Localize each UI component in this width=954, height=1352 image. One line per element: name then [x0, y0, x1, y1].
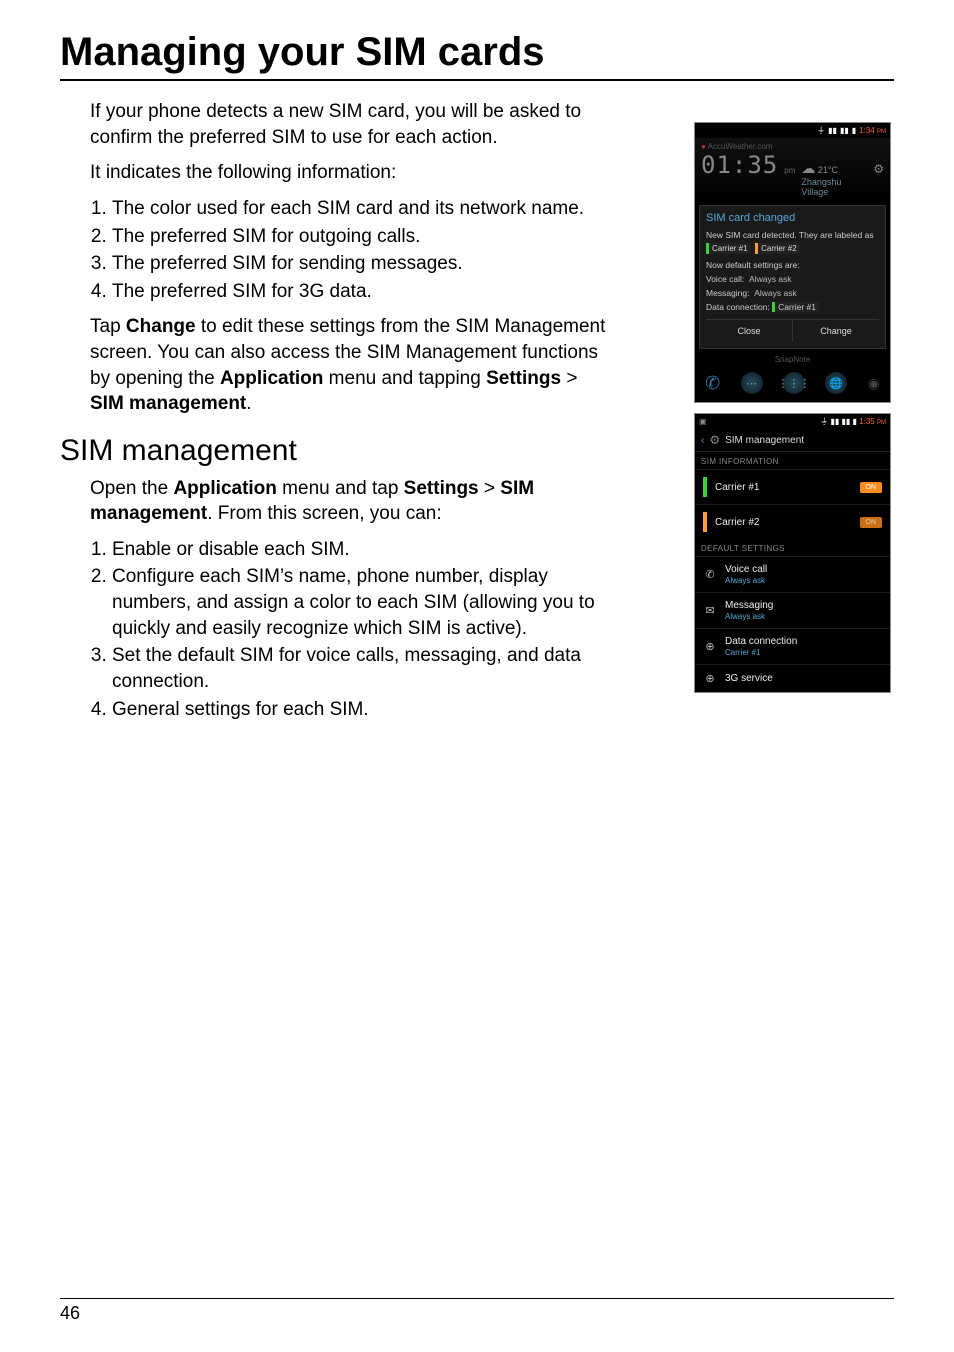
page-title: Managing your SIM cards [60, 30, 894, 81]
carrier-chip-2: Carrier #2 [755, 243, 800, 254]
gear-icon: ⚙ [873, 162, 884, 176]
status-time: 1:35 PM [859, 417, 886, 426]
carrier-row-1[interactable]: Carrier #1 ON [695, 469, 890, 504]
camera-icon[interactable]: ◉ [868, 375, 880, 392]
list-item: Configure each SIM’s name, phone number,… [112, 564, 610, 641]
signal-icon: ▮▮ [840, 126, 849, 135]
page-number: 46 [60, 1298, 894, 1324]
defaults-label: Now default settings are: [706, 260, 879, 271]
signal-icon: ▮▮ [828, 126, 837, 135]
list-item: Set the default SIM for voice calls, mes… [112, 643, 610, 694]
globe-icon: ⊕ [703, 672, 717, 685]
list-item: The preferred SIM for outgoing calls. [112, 224, 610, 250]
toggle-on[interactable]: ON [860, 482, 883, 493]
messaging-row[interactable]: ✉ MessagingAlways ask [695, 592, 890, 628]
section-heading: SIM management [60, 431, 610, 472]
globe-icon: ⊕ [703, 640, 717, 653]
dialog-title: SIM card changed [706, 212, 879, 224]
messaging-icon: ✉ [703, 604, 717, 617]
clock-pm: pm [784, 166, 795, 175]
sim-open-paragraph: Open the Application menu and tap Settin… [90, 476, 610, 527]
toggle-on[interactable]: ON [860, 517, 883, 528]
status-bar: ▣ ⏚ ▮▮ ▮▮ ▮ 1:35 PM [695, 414, 890, 429]
list-item: The color used for each SIM card and its… [112, 196, 610, 222]
list-item: The preferred SIM for sending messages. [112, 251, 610, 277]
dock-bar: ✆ ⋯ ⋮⋮⋮ 🌐 ◉ [695, 366, 890, 402]
battery-icon: ▮ [852, 126, 856, 135]
wifi-icon: ⏚ [820, 417, 828, 426]
status-bar: ⏚ ▮▮ ▮▮ ▮ 1:34 PM [695, 123, 890, 138]
carrier-chip-1: Carrier #1 [706, 243, 751, 254]
signal-icon: ▮▮ [830, 417, 839, 426]
weather-widget: ● AccuWeather.com 01:35 pm ☁ 21°C Zhangs… [695, 138, 890, 201]
gear-icon: ⚙ [709, 433, 720, 447]
battery-icon: ▮ [853, 417, 857, 426]
settings-header: ‹ ⚙ SIM management [695, 429, 890, 452]
list-item: Enable or disable each SIM. [112, 537, 610, 563]
carrier-row-2[interactable]: Carrier #2 ON [695, 504, 890, 539]
actions-list: Enable or disable each SIM. Configure ea… [90, 537, 610, 722]
3g-service-label: 3G service [725, 673, 882, 684]
snapnote-label: SnapNote [695, 353, 890, 366]
change-paragraph: Tap Change to edit these settings from t… [90, 314, 610, 417]
dialog-message: New SIM card detected. They are labeled … [706, 230, 879, 241]
weather-icon: ☁ [801, 160, 815, 176]
data-connection-row[interactable]: ⊕ Data connectionCarrier #1 [695, 628, 890, 664]
weather-location: ☁ 21°C Zhangshu Village [801, 160, 861, 197]
voice-call-row[interactable]: ✆ Voice callAlways ask [695, 556, 890, 592]
3g-service-row[interactable]: ⊕ 3G service [695, 664, 890, 692]
section-sim-information: SIM INFORMATION [695, 452, 890, 469]
browser-icon[interactable]: 🌐 [825, 372, 847, 394]
clock-time: 01:35 [701, 151, 778, 179]
wifi-icon: ⏚ [817, 125, 825, 136]
close-button[interactable]: Close [706, 320, 792, 342]
intro-paragraph: If your phone detects a new SIM card, yo… [90, 99, 610, 150]
list-item: General settings for each SIM. [112, 697, 610, 723]
phone-screenshot-settings: ▣ ⏚ ▮▮ ▮▮ ▮ 1:35 PM ‹ ⚙ SIM management S… [694, 413, 891, 693]
carrier-label: Carrier #1 [715, 482, 852, 493]
picture-icon: ▣ [699, 417, 707, 426]
accuweather-label: ● AccuWeather.com [701, 142, 884, 151]
change-button[interactable]: Change [792, 320, 879, 342]
messaging-icon[interactable]: ⋯ [741, 372, 763, 394]
phone-icon[interactable]: ✆ [705, 373, 720, 394]
phone-screenshot-dialog: ⏚ ▮▮ ▮▮ ▮ 1:34 PM ● AccuWeather.com 01:3… [694, 122, 891, 403]
section-default-settings: DEFAULT SETTINGS [695, 539, 890, 556]
status-time: 1:34 PM [859, 126, 886, 135]
body-column: If your phone detects a new SIM card, yo… [90, 99, 610, 722]
indicates-paragraph: It indicates the following information: [90, 160, 610, 186]
color-stripe-green [703, 477, 707, 497]
list-item: The preferred SIM for 3G data. [112, 279, 610, 305]
back-icon[interactable]: ‹ [701, 435, 704, 446]
sim-changed-dialog: SIM card changed New SIM card detected. … [699, 205, 886, 349]
signal-icon: ▮▮ [842, 417, 851, 426]
carrier-label: Carrier #2 [715, 517, 852, 528]
phone-icon: ✆ [703, 568, 717, 581]
header-title: SIM management [725, 435, 804, 446]
apps-icon[interactable]: ⋮⋮⋮ [783, 372, 805, 394]
info-list: The color used for each SIM card and its… [90, 196, 610, 305]
color-stripe-orange [703, 512, 707, 532]
